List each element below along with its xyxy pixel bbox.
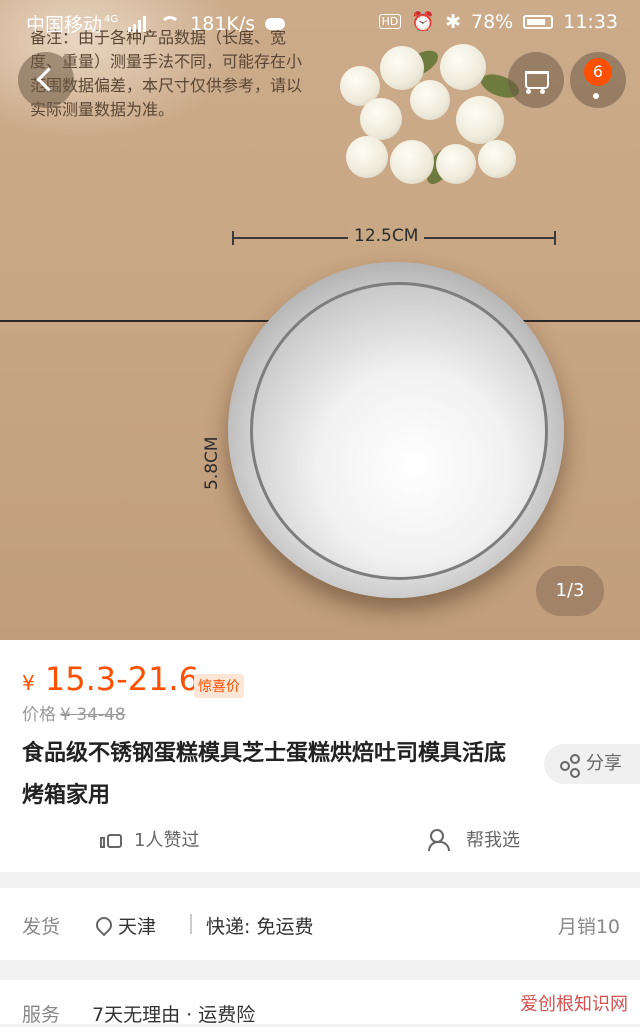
height-dimension-label: 5.8CM bbox=[202, 436, 222, 490]
separator bbox=[190, 914, 192, 934]
carrier-name: 中国移动 bbox=[26, 14, 103, 36]
original-price-value: ¥ 34-48 bbox=[60, 705, 126, 725]
watermark: 爱创根知识网 bbox=[520, 994, 628, 1015]
likes-count: 1人赞过 bbox=[134, 830, 200, 851]
signal-icon bbox=[128, 15, 150, 32]
wifi-icon bbox=[160, 15, 181, 32]
original-price-label: 价格 bbox=[22, 705, 56, 725]
monthly-sales: 月销10 bbox=[557, 916, 620, 938]
service-label: 服务 bbox=[22, 1004, 61, 1026]
clock: 11:33 bbox=[563, 10, 618, 33]
thumbs-up-icon bbox=[100, 828, 124, 850]
bluetooth-icon: ✱ bbox=[445, 10, 461, 33]
price: ¥ 15.3-21.6 bbox=[22, 660, 199, 698]
like-button[interactable]: 1人赞过 bbox=[100, 826, 199, 852]
more-dot-icon bbox=[593, 93, 599, 99]
alarm-icon: ⏰ bbox=[411, 11, 436, 33]
people-icon bbox=[428, 829, 456, 851]
currency-symbol: ¥ bbox=[22, 671, 35, 695]
shipping-row[interactable]: 发货 天津 快递: 免运费 月销10 bbox=[0, 888, 640, 960]
price-tag: 惊喜价 bbox=[194, 674, 244, 698]
location-pin-icon bbox=[96, 917, 110, 935]
battery-icon bbox=[523, 14, 554, 29]
share-label: 分享 bbox=[586, 753, 622, 774]
ship-location: 天津 bbox=[118, 916, 157, 938]
status-bar: 中国移动 4G 181K/s HD ⏰ ✱ 78% 11:33 bbox=[0, 0, 640, 42]
image-counter: 1/3 bbox=[536, 566, 604, 616]
back-button[interactable] bbox=[18, 52, 74, 108]
share-button[interactable]: 分享 bbox=[544, 744, 640, 784]
help-choose-label: 帮我选 bbox=[466, 830, 520, 851]
cake-pan-image bbox=[228, 262, 564, 598]
service-text: 7天无理由 · 运费险 bbox=[92, 1004, 256, 1026]
product-title: 食品级不锈钢蛋糕模具芝士蛋糕烘焙吐司模具活底烤箱家用 bbox=[22, 741, 507, 808]
cart-count-badge: 6 bbox=[584, 58, 612, 86]
express-fee: 快递: 免运费 bbox=[206, 916, 314, 938]
network-type: 4G bbox=[104, 14, 119, 25]
price-range: 15.3-21.6 bbox=[44, 660, 199, 698]
share-icon bbox=[560, 754, 580, 778]
battery-percent: 78% bbox=[471, 10, 514, 33]
hd-icon: HD bbox=[378, 14, 402, 29]
ship-from: 天津 bbox=[96, 912, 156, 939]
cart-button[interactable] bbox=[508, 52, 564, 108]
flower-decoration bbox=[330, 36, 530, 196]
shipping-label: 发货 bbox=[22, 916, 61, 938]
network-speed: 181K/s bbox=[190, 12, 256, 35]
cloud-icon bbox=[265, 17, 286, 30]
width-dimension-label: 12.5CM bbox=[348, 226, 425, 246]
original-price: 价格 ¥ 34-48 bbox=[22, 700, 126, 725]
help-choose-button[interactable]: 帮我选 bbox=[428, 826, 520, 852]
